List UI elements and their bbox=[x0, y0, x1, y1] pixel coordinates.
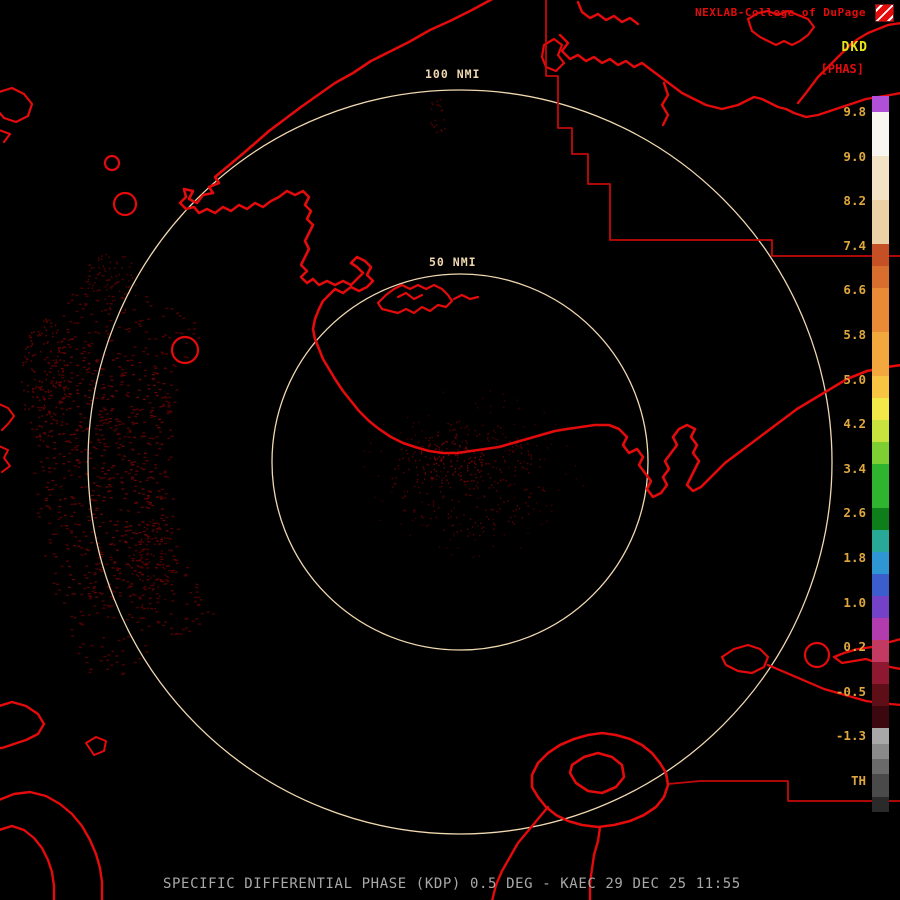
colorbar-segment bbox=[872, 244, 889, 266]
radar-display: 100 NMI 50 NMI NEXLAB-College of DuPage … bbox=[0, 0, 900, 900]
colorbar-segment bbox=[872, 728, 889, 744]
map-coast-sw-1 bbox=[0, 702, 44, 748]
map-islet-circle bbox=[805, 643, 829, 667]
radar-echo-speckles bbox=[430, 99, 445, 133]
map-bay-island bbox=[378, 285, 478, 313]
map-islet-circle bbox=[114, 193, 136, 215]
map-islet-circle bbox=[172, 337, 198, 363]
map-island-e bbox=[722, 645, 768, 673]
status-bar: SPECIFIC DIFFERENTIAL PHASE (KDP) 0.5 DE… bbox=[163, 876, 741, 892]
colorbar-segment bbox=[872, 266, 889, 288]
map-islet-nw-corner bbox=[0, 88, 32, 142]
colorbar-segment bbox=[872, 797, 889, 812]
colorbar-segment bbox=[872, 332, 889, 376]
map-islet-circle bbox=[105, 156, 119, 170]
map-lake-south bbox=[532, 733, 668, 827]
colorbar-segment bbox=[872, 640, 889, 662]
colorbar-segment bbox=[872, 398, 889, 420]
range-ring-label-50nmi: 50 NMI bbox=[426, 255, 480, 269]
map-border-se bbox=[668, 781, 900, 801]
radar-echo-speckles bbox=[21, 319, 70, 443]
colorbar-segment bbox=[872, 684, 889, 706]
colorbar-segment bbox=[872, 376, 889, 398]
radar-map-canvas bbox=[0, 0, 900, 900]
colorbar-segment bbox=[872, 552, 889, 574]
cod-logo-icon bbox=[875, 4, 894, 22]
product-units: [PHAS] bbox=[821, 62, 864, 76]
radar-echo-speckles bbox=[34, 264, 216, 675]
colorbar-segment bbox=[872, 200, 889, 244]
range-ring-label-100nmi: 100 NMI bbox=[422, 67, 483, 81]
colorbar-segment bbox=[872, 744, 889, 759]
colorbar-segment bbox=[872, 442, 889, 464]
colorbar-segment bbox=[872, 464, 889, 508]
colorbar-segment bbox=[872, 774, 889, 797]
colorbar-segment bbox=[872, 596, 889, 618]
colorbar-segment bbox=[872, 574, 889, 596]
colorbar-segment bbox=[872, 156, 889, 200]
map-border-ne bbox=[546, 0, 900, 256]
colorbar-segment bbox=[872, 618, 889, 640]
map-coast-nw bbox=[180, 0, 567, 453]
product-code: DKD bbox=[842, 40, 868, 55]
colorbar-scale bbox=[872, 96, 889, 812]
map-coast-sw-2 bbox=[0, 792, 102, 900]
radar-echo-speckles bbox=[363, 390, 584, 558]
colorbar-segment bbox=[872, 508, 889, 530]
map-estuary-coast-east bbox=[567, 365, 900, 497]
radar-echo-speckles bbox=[415, 441, 490, 484]
map-left-edge-marks bbox=[0, 404, 14, 472]
radar-echo-speckles bbox=[392, 421, 546, 537]
site-title: NEXLAB-College of DuPage bbox=[695, 6, 866, 19]
colorbar-segment bbox=[872, 112, 889, 156]
map-islet-sw bbox=[86, 737, 106, 755]
colorbar-segment bbox=[872, 706, 889, 728]
colorbar-segment bbox=[872, 288, 889, 332]
colorbar-segment bbox=[872, 530, 889, 552]
range-ring-inner bbox=[272, 274, 648, 650]
colorbar-segment bbox=[872, 662, 889, 684]
colorbar-segment bbox=[872, 759, 889, 774]
colorbar-segment bbox=[872, 96, 889, 112]
colorbar-segment bbox=[872, 420, 889, 442]
